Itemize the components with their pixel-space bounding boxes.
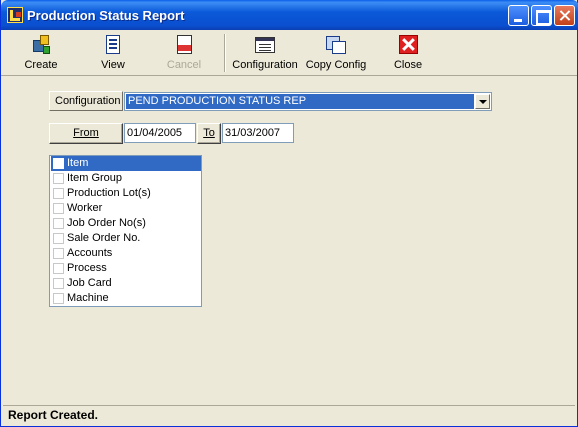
- checkbox[interactable]: [53, 248, 64, 259]
- status-bar: Report Created.: [3, 405, 575, 423]
- from-date-field[interactable]: 01/04/2005: [124, 123, 196, 143]
- create-button[interactable]: Create: [19, 32, 63, 74]
- checkbox[interactable]: [53, 263, 64, 274]
- to-date-field[interactable]: 31/03/2007: [222, 123, 294, 143]
- create-label: Create: [24, 59, 58, 71]
- minimize-button[interactable]: [508, 5, 529, 26]
- list-item[interactable]: Production Lot(s): [51, 186, 201, 201]
- report-window: Production Status Report Create View Can…: [0, 0, 578, 427]
- view-label: View: [101, 59, 125, 71]
- configuration-select-value: PEND PRODUCTION STATUS REP: [126, 94, 474, 109]
- cancel-label: Cancel: [166, 59, 202, 71]
- copy-icon: [326, 34, 346, 56]
- configuration-label: Configuration: [232, 59, 298, 71]
- create-icon: [31, 34, 51, 56]
- checkbox[interactable]: [53, 233, 64, 244]
- status-text: Report Created.: [8, 408, 99, 422]
- toolbar-separator: [224, 34, 226, 72]
- checkbox[interactable]: [53, 278, 64, 289]
- list-item[interactable]: Job Order No(s): [51, 216, 201, 231]
- checkbox[interactable]: [53, 203, 64, 214]
- list-item[interactable]: Job Card: [51, 276, 201, 291]
- close-window-button[interactable]: [554, 5, 575, 26]
- copy-config-label: Copy Config: [305, 59, 367, 71]
- close-icon: [398, 34, 418, 56]
- configuration-icon: [255, 34, 275, 56]
- app-icon[interactable]: [7, 7, 23, 23]
- view-button[interactable]: View: [92, 32, 134, 74]
- list-item[interactable]: Sale Order No.: [51, 231, 201, 246]
- configuration-select[interactable]: PEND PRODUCTION STATUS REP: [124, 92, 492, 111]
- from-label: From: [73, 127, 99, 139]
- close-button[interactable]: Close: [390, 32, 426, 74]
- list-item[interactable]: Accounts: [51, 246, 201, 261]
- cancel-button[interactable]: Cancel: [163, 32, 205, 74]
- checkbox[interactable]: [53, 218, 64, 229]
- title-bar[interactable]: Production Status Report: [1, 0, 578, 30]
- checkbox[interactable]: [53, 158, 64, 169]
- list-item[interactable]: Item: [51, 156, 201, 171]
- configuration-field-label: Configuration: [49, 91, 123, 111]
- chevron-down-icon[interactable]: [475, 94, 490, 109]
- to-label: To: [203, 127, 215, 139]
- window-title: Production Status Report: [27, 8, 185, 23]
- list-item[interactable]: Machine: [51, 291, 201, 306]
- maximize-button[interactable]: [531, 5, 552, 26]
- stop-icon: [174, 34, 194, 56]
- checkbox[interactable]: [53, 188, 64, 199]
- to-date-button[interactable]: To: [197, 123, 221, 144]
- list-item[interactable]: Process: [51, 261, 201, 276]
- filter-listbox[interactable]: Item Item Group Production Lot(s) Worker…: [49, 155, 202, 307]
- view-icon: [103, 34, 123, 56]
- close-label: Close: [393, 59, 423, 71]
- list-item[interactable]: Item Group: [51, 171, 201, 186]
- configuration-button[interactable]: Configuration: [230, 32, 300, 74]
- checkbox[interactable]: [53, 173, 64, 184]
- list-item[interactable]: Worker: [51, 201, 201, 216]
- from-date-button[interactable]: From: [49, 123, 123, 144]
- checkbox[interactable]: [53, 293, 64, 304]
- toolbar: Create View Cancel Configuration Copy Co…: [1, 30, 577, 76]
- copy-config-button[interactable]: Copy Config: [305, 32, 367, 74]
